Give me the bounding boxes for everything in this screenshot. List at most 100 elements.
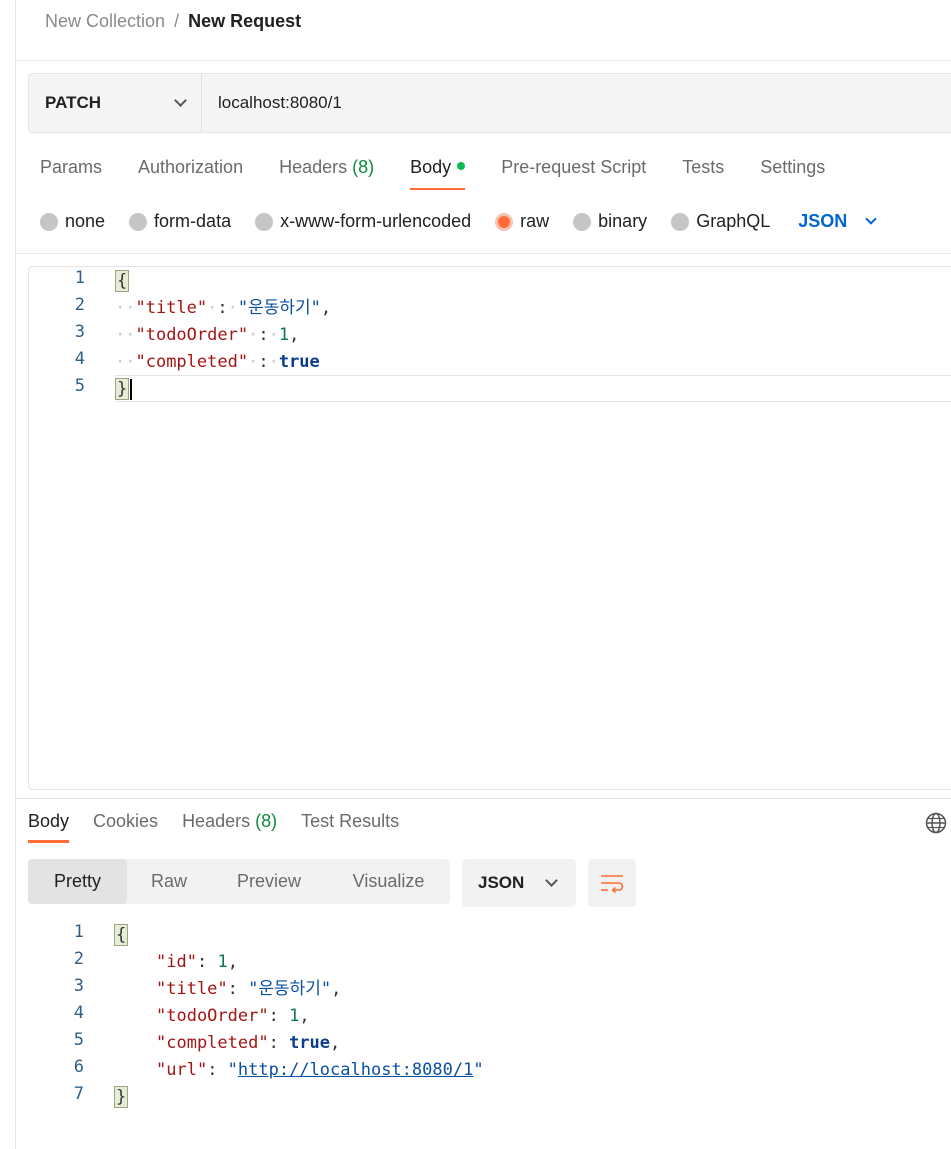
tab-label: Params xyxy=(40,157,103,177)
response-tab-cookies[interactable]: Cookies xyxy=(93,811,158,843)
radio-label: raw xyxy=(520,211,550,231)
request-body-editor[interactable]: 1 2 3 4 5 { ··"title"·:·"운동하기", ··"todoO… xyxy=(28,266,951,790)
json-string: "운동하기" xyxy=(237,298,321,318)
close-brace: } xyxy=(114,1086,129,1108)
tab-params[interactable]: Params xyxy=(40,157,102,190)
headers-count: (8) xyxy=(255,811,278,831)
body-type-graphql[interactable]: GraphQL xyxy=(671,211,770,232)
response-view-modes: Pretty Raw Preview Visualize xyxy=(28,859,450,904)
radio-button xyxy=(255,212,274,231)
json-key: "title" xyxy=(156,979,228,999)
request-name[interactable]: New Request xyxy=(188,11,301,32)
tab-headers[interactable]: Headers (8) xyxy=(279,157,374,190)
body-language-select[interactable]: JSON xyxy=(798,211,877,232)
tab-label: Pre-request Script xyxy=(501,157,647,177)
breadcrumb: New Collection / New Request xyxy=(45,11,301,32)
code-line: ··"todoOrder"·:·1, xyxy=(115,325,300,345)
radio-button xyxy=(573,212,592,231)
body-type-none[interactable]: none xyxy=(40,211,105,232)
tab-body[interactable]: Body xyxy=(410,157,466,190)
tab-label: Settings xyxy=(760,157,826,177)
code-line: "todoOrder": 1, xyxy=(156,1006,310,1026)
line-number: 1 xyxy=(73,922,84,942)
tab-label: Headers xyxy=(279,157,348,177)
view-preview-button[interactable]: Preview xyxy=(211,859,327,904)
url-input[interactable] xyxy=(202,74,951,132)
response-format-select[interactable]: JSON xyxy=(462,859,576,907)
headers-count: (8) xyxy=(352,157,375,177)
tab-settings[interactable]: Settings xyxy=(760,157,825,190)
json-key: "todoOrder" xyxy=(156,1006,269,1026)
code-line: { xyxy=(114,922,129,949)
json-boolean: true xyxy=(289,1033,331,1053)
line-number: 6 xyxy=(73,1057,84,1077)
wrap-lines-icon xyxy=(601,875,624,894)
tab-tests[interactable]: Tests xyxy=(682,157,724,190)
open-brace: { xyxy=(114,924,129,946)
response-url-link[interactable]: http://localhost:8080/1 xyxy=(238,1060,473,1080)
header-divider xyxy=(16,60,951,61)
tab-label: Authorization xyxy=(138,157,244,177)
tab-label: Tests xyxy=(682,157,725,177)
breadcrumb-collection[interactable]: New Collection xyxy=(45,11,165,32)
line-number: 5 xyxy=(74,376,85,396)
line-number: 5 xyxy=(73,1030,84,1050)
line-number: 2 xyxy=(74,295,85,315)
tab-pre-request-script[interactable]: Pre-request Script xyxy=(501,157,646,190)
method-label: PATCH xyxy=(45,93,102,112)
line-number: 3 xyxy=(73,976,84,996)
method-select[interactable]: PATCH xyxy=(29,74,202,132)
request-tabs: Params Authorization Headers (8) Body Pr… xyxy=(40,157,861,190)
globe-icon[interactable] xyxy=(925,812,947,834)
line-number: 7 xyxy=(73,1084,84,1104)
response-tab-body[interactable]: Body xyxy=(28,811,70,843)
line-number: 4 xyxy=(73,1003,84,1023)
json-number: 1 xyxy=(289,1006,300,1026)
response-tab-headers[interactable]: Headers (8) xyxy=(182,811,277,843)
tab-label: Body xyxy=(410,157,452,177)
response-tabs: Body Cookies Headers (8) Test Results xyxy=(28,811,423,843)
json-number: 1 xyxy=(217,952,228,972)
line-number: 2 xyxy=(73,949,84,969)
breadcrumb-separator: / xyxy=(174,11,180,31)
wrap-lines-button[interactable] xyxy=(588,859,636,907)
open-brace: { xyxy=(115,270,130,292)
active-line-highlight xyxy=(115,375,951,402)
code-line: "id": 1, xyxy=(156,952,238,972)
response-tab-test-results[interactable]: Test Results xyxy=(301,811,399,843)
body-type-options: none form-data x-www-form-urlencoded raw… xyxy=(40,211,877,232)
json-key: "id" xyxy=(156,952,197,972)
radio-label: binary xyxy=(598,211,648,231)
options-divider xyxy=(16,253,951,254)
body-type-form-data[interactable]: form-data xyxy=(129,211,231,232)
response-body-viewer[interactable]: 1 2 3 4 5 6 7 { "id": 1, "title": "운동하기"… xyxy=(28,922,928,1122)
view-raw-button[interactable]: Raw xyxy=(127,859,211,904)
json-key: "url" xyxy=(156,1060,208,1080)
code-line: { xyxy=(115,268,130,295)
body-indicator-dot xyxy=(457,162,466,171)
radio-button-selected xyxy=(495,212,514,231)
json-number: 1 xyxy=(278,325,290,345)
line-number: 3 xyxy=(74,322,85,342)
body-language-label: JSON xyxy=(798,211,848,231)
body-type-binary[interactable]: binary xyxy=(573,211,647,232)
radio-button xyxy=(129,212,148,231)
radio-label: x-www-form-urlencoded xyxy=(280,211,472,231)
view-visualize-button[interactable]: Visualize xyxy=(327,859,450,904)
json-key: "completed" xyxy=(156,1033,269,1053)
tab-label: Cookies xyxy=(93,811,159,831)
chevron-down-icon xyxy=(174,94,187,107)
radio-label: GraphQL xyxy=(696,211,771,231)
body-type-raw[interactable]: raw xyxy=(495,211,549,232)
json-key: "todoOrder" xyxy=(135,325,249,345)
chevron-down-icon xyxy=(865,213,877,225)
body-type-urlencoded[interactable]: x-www-form-urlencoded xyxy=(255,211,471,232)
response-pane-divider[interactable] xyxy=(16,798,951,799)
text-cursor xyxy=(130,378,133,400)
view-pretty-button[interactable]: Pretty xyxy=(28,859,127,904)
tab-authorization[interactable]: Authorization xyxy=(138,157,243,190)
json-string: "운동하기" xyxy=(248,979,332,999)
code-line: "url": "http://localhost:8080/1" xyxy=(156,1060,484,1080)
code-line: "title": "운동하기", xyxy=(156,979,342,999)
json-boolean: true xyxy=(278,352,320,372)
